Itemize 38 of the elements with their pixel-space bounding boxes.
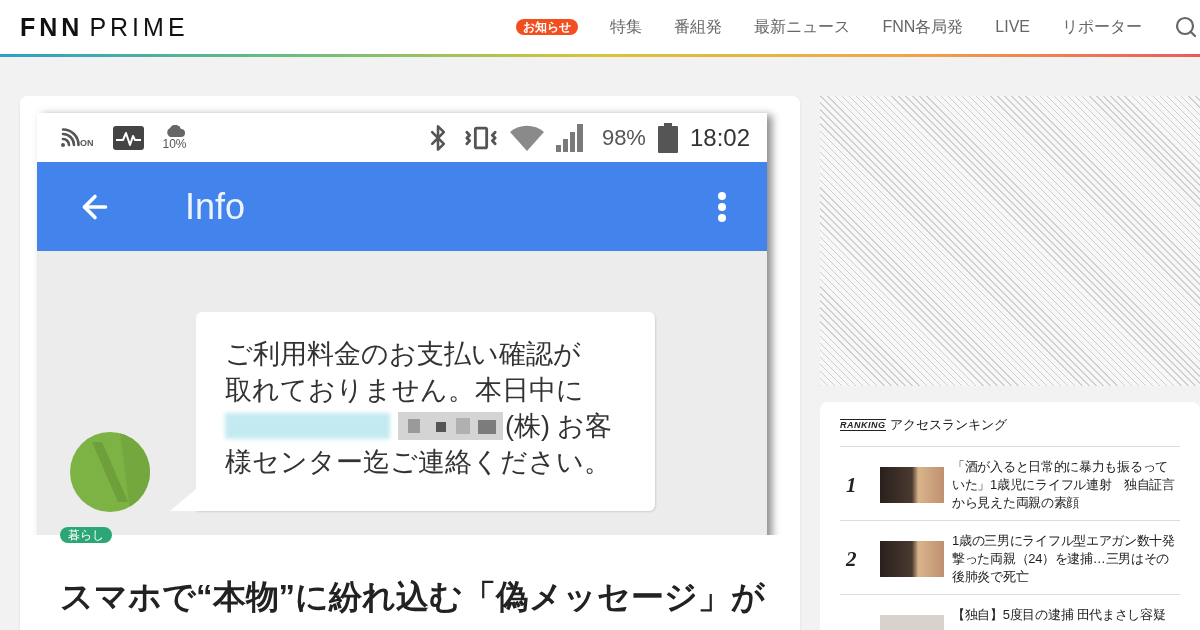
signal-icon	[555, 123, 584, 152]
wifi-icon	[509, 124, 544, 151]
ranking-article-link[interactable]: 【独自】5度目の逮捕 田代まさし容疑	[952, 606, 1177, 624]
nav-link[interactable]: FNN各局発	[882, 17, 964, 37]
nav-link[interactable]: リポーター	[1062, 17, 1142, 37]
battery-icon	[657, 122, 678, 153]
message-text: ご利用料金のお支払い確認が	[225, 338, 581, 371]
notice-badge[interactable]: お知らせ	[516, 19, 579, 35]
rank-number: 1	[846, 473, 857, 497]
site-logo[interactable]: FNN PRIME	[20, 13, 189, 41]
message-text: 様センター迄ご連絡ください。	[225, 446, 611, 479]
more-icon	[718, 191, 726, 222]
app-bar-title: Info	[185, 186, 246, 227]
photo-placeholder[interactable]	[880, 541, 944, 577]
pixelated-name-icon	[398, 412, 503, 440]
nfc-status-label: ON	[80, 137, 94, 148]
search-icon[interactable]	[1174, 15, 1198, 39]
avatar-icon	[70, 432, 150, 512]
nav-link[interactable]: LIVE	[995, 17, 1030, 37]
pulse-monitor-icon	[112, 125, 144, 150]
article-title[interactable]: スマホで“本物”に紛れ込む「偽メッセージ」が	[60, 577, 765, 617]
message-text: (株) お客	[505, 410, 613, 443]
nfc-icon	[60, 127, 80, 148]
ranking-article-link[interactable]: 「酒が入ると日常的に暴力も振るっていた」1歳児にライフル連射 独自証言から見えた両親の素顔	[952, 458, 1177, 512]
ranking-article-link[interactable]: 1歳の三男にライフル型エアガン数十発撃った両親（24）を逮捕…三男はその後肺炎で死亡	[952, 532, 1177, 586]
rank-number: 2	[846, 547, 857, 571]
rain-chance-label: 10%	[162, 136, 187, 151]
nav-link[interactable]: 番組発	[674, 17, 723, 37]
nav-link[interactable]: 最新ニュース	[754, 17, 851, 37]
nav-link[interactable]: 特集	[610, 17, 643, 37]
ranking-badge: RANKING	[840, 419, 886, 431]
cloud-icon	[164, 124, 185, 137]
blurred-number-icon	[225, 413, 390, 439]
message-text: 取れておりません。本日中に	[225, 374, 584, 407]
battery-percent: 98%	[601, 124, 646, 151]
photo-placeholder[interactable]	[880, 467, 944, 503]
clock-time: 18:02	[689, 123, 750, 152]
ranking-title: アクセスランキング	[889, 416, 1007, 434]
